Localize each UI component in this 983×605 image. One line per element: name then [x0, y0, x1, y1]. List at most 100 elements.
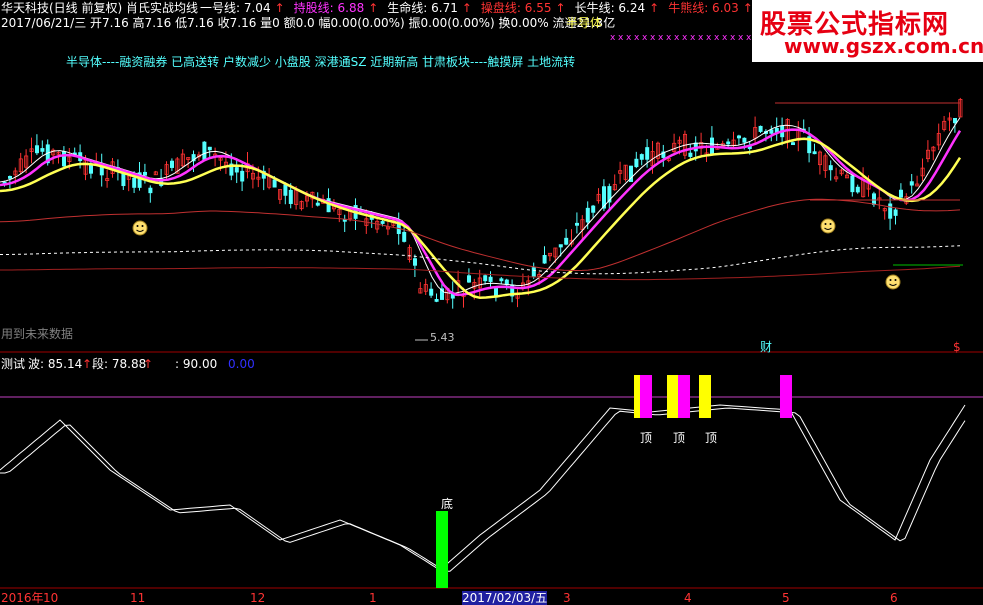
signal-x-marker: x	[658, 33, 664, 43]
candle-body	[148, 187, 153, 194]
candle-body	[429, 288, 434, 296]
smiley-eye-icon	[824, 223, 827, 225]
candle-body	[893, 209, 898, 216]
indicator-arrow-3: ↑	[555, 1, 566, 15]
candle-body	[591, 205, 596, 213]
oscillator-line-1	[0, 404, 966, 571]
smiley-icon	[820, 218, 836, 234]
candle-body	[726, 141, 731, 145]
indicator-value-5: 牛熊线: 6.03	[668, 1, 739, 15]
segment-arrow: ↑	[143, 357, 154, 371]
indicator-arrow-4: ↑	[649, 1, 660, 15]
indicator-value-3: 操盘线: 6.55	[480, 1, 552, 15]
chart-canvas[interactable]: xxxxxxxxxxxxxxxxxxxxxx	[0, 0, 983, 604]
candle-body	[564, 237, 569, 245]
candle-body	[132, 177, 137, 188]
site-watermark: 股票公式指标网 www.gszx.com.cn	[752, 0, 983, 62]
smiley-eye-icon	[894, 279, 897, 281]
signal-x-marker: x	[666, 33, 672, 43]
x-label-jun: 6	[890, 591, 898, 605]
segment-value: 段: 78.88	[92, 357, 147, 371]
indicator-arrow-2: ↑	[461, 1, 472, 15]
candle-body	[202, 141, 207, 161]
candle-body	[35, 145, 40, 154]
smiley-eye-icon	[829, 223, 832, 225]
concept-tags: 半导体----融资融券 已高送转 户数减少 小盘股 深港通SZ 近期新高 甘肃板…	[66, 55, 576, 69]
candle-body	[542, 254, 547, 264]
smiley-eye-icon	[136, 225, 139, 227]
candle-body	[855, 186, 860, 193]
candle-body	[634, 158, 639, 168]
candle-body	[558, 244, 563, 248]
candle-body	[639, 154, 644, 160]
ma-line-red	[0, 198, 961, 272]
indicator-arrow-0: ↑	[274, 1, 285, 15]
x-label-dec: 12	[250, 591, 266, 605]
indicator-value-1: 持股线: 6.88	[293, 1, 365, 15]
wave-value: 波: 85.14	[28, 357, 83, 371]
signal-x-marker: x	[626, 33, 632, 43]
candle-body	[872, 193, 877, 205]
future-data-note: 用到未来数据	[1, 327, 74, 341]
candle-body	[483, 275, 488, 282]
candle-body	[240, 170, 245, 182]
candle-body	[850, 175, 855, 193]
signal-x-marker: x	[698, 33, 704, 43]
zero-value: 0.00	[228, 357, 255, 371]
signal-x-marker: x	[674, 33, 680, 43]
x-label-may: 5	[782, 591, 790, 605]
candle-body	[283, 184, 288, 196]
buy-signal-bar	[436, 511, 448, 588]
top-signal-label-2: 顶	[673, 431, 686, 445]
x-label-oct: 10	[43, 591, 59, 605]
sell-signal-bar	[678, 375, 690, 418]
signal-x-marker: x	[730, 33, 736, 43]
candle-body	[828, 165, 833, 171]
candle-body	[62, 151, 67, 167]
sector-tag: 半导体	[566, 16, 603, 30]
low-price-label: 5.43	[430, 331, 455, 344]
sell-signal-bar	[640, 375, 652, 418]
signal-x-marker: x	[618, 33, 624, 43]
top-signal-label-1: 顶	[640, 431, 653, 445]
x-label-apr: 4	[684, 591, 692, 605]
candle-body	[272, 179, 277, 188]
candle-body	[142, 171, 147, 176]
signal-x-marker: x	[722, 33, 728, 43]
sell-signal-bar	[667, 375, 679, 418]
candle-body	[40, 148, 45, 152]
candle-body	[888, 203, 893, 219]
sell-signal-bar	[699, 375, 711, 418]
bottom-signal-label: 底	[441, 497, 454, 511]
ma-line-dotted	[0, 245, 961, 275]
sell-signal-bar	[780, 375, 792, 418]
candle-body	[791, 142, 796, 146]
x-label-jan: 1	[369, 591, 377, 605]
candle-body	[412, 258, 417, 266]
candle-body	[758, 125, 763, 132]
candle-body	[380, 221, 385, 224]
signal-x-marker: x	[682, 33, 688, 43]
dollar-marker[interactable]: $	[953, 340, 961, 354]
candle-body	[169, 160, 174, 168]
candle-body	[207, 146, 212, 151]
candle-body	[288, 189, 293, 204]
signal-x-marker: x	[714, 33, 720, 43]
signal-x-marker: x	[738, 33, 744, 43]
signal-x-marker: x	[690, 33, 696, 43]
candle-body	[812, 151, 817, 155]
signal-x-marker: x	[650, 33, 656, 43]
chart-window[interactable]: xxxxxxxxxxxxxxxxxxxxxx 华天科技(日线 前复权) 肖氏实战…	[0, 0, 983, 605]
candle-body	[645, 147, 650, 160]
level-value: : 90.00	[175, 357, 218, 371]
finance-marker[interactable]: 财	[760, 340, 772, 354]
indicator-value-4: 长牛线: 6.24	[574, 1, 646, 15]
candle-body	[234, 167, 239, 173]
cursor-date-label: 2017/02/03/五	[462, 591, 548, 605]
candle-body	[7, 176, 12, 179]
smiley-icon	[885, 274, 901, 290]
signal-x-marker: x	[642, 33, 648, 43]
candle-body	[466, 275, 471, 283]
candle-body	[585, 207, 590, 223]
stock-title: 华天科技(日线 前复权) 肖氏实战均线	[1, 1, 198, 15]
